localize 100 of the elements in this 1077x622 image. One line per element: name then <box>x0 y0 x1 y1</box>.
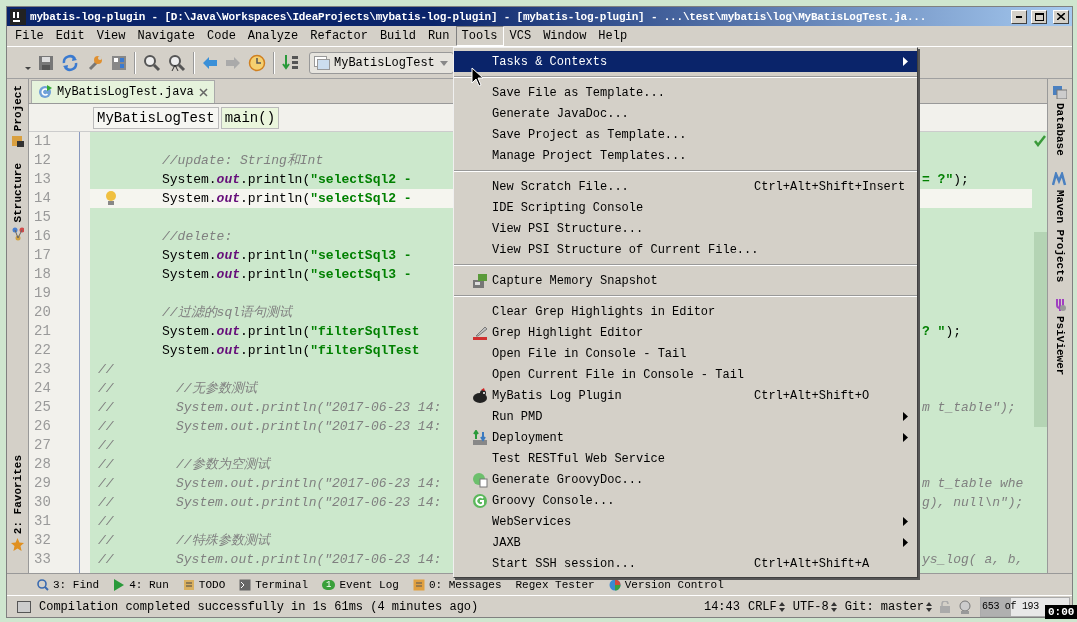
search-icon <box>37 578 49 591</box>
scrollbar-thumb[interactable] <box>1034 232 1047 427</box>
clock-icon[interactable] <box>248 53 266 72</box>
menu-item[interactable]: Test RESTful Web Service <box>454 448 917 469</box>
menu-item[interactable]: Run PMD <box>454 406 917 427</box>
tool-window-button[interactable]: 4: Run <box>113 578 169 591</box>
find-replace-icon[interactable] <box>168 53 186 72</box>
menu-item[interactable]: Tools <box>455 26 504 46</box>
tool-window-button[interactable]: 3: Find <box>37 578 100 591</box>
caret-position[interactable]: 14:43 <box>703 599 740 614</box>
code-comment: m t_table"); <box>922 399 1016 417</box>
menu-item[interactable]: JAXB <box>454 532 917 553</box>
maximize-button[interactable] <box>1031 9 1047 24</box>
lightbulb-icon[interactable] <box>105 191 117 206</box>
menu-item[interactable]: Groovy Console... <box>454 490 917 511</box>
menu-item[interactable]: Run <box>421 26 456 46</box>
menu-item[interactable]: Code <box>201 26 242 46</box>
line-number: 17 <box>33 246 52 265</box>
tool-window-button[interactable]: Regex Tester <box>515 578 595 591</box>
menu-item[interactable]: VCS <box>503 26 538 46</box>
run-config-dropdown[interactable]: MyBatisLogTest <box>309 51 454 74</box>
up-down-arrows-icon <box>926 601 932 612</box>
menu-item[interactable]: Refactor <box>304 26 374 46</box>
caret-icon <box>438 58 449 67</box>
encoding-selector[interactable]: UTF-8 <box>792 599 837 614</box>
recording-timer: 0:00 <box>1048 606 1075 618</box>
menu-item[interactable]: Manage Project Templates... <box>454 145 917 166</box>
code-token: "selectSql3 - <box>310 247 412 265</box>
app-icon <box>10 8 26 25</box>
menu-item[interactable]: Generate GroovyDoc... <box>454 469 917 490</box>
menu-item[interactable]: Analyze <box>241 26 305 46</box>
menu-item[interactable]: Clear Grep Highlights in Editor <box>454 301 917 322</box>
mouse-pointer-icon <box>471 67 484 87</box>
line-separator-selector[interactable]: CRLF <box>747 599 785 614</box>
line-number: 30 <box>33 493 52 512</box>
breadcrumb[interactable]: main() <box>220 106 280 129</box>
menu-item[interactable]: Grep Highlight Editor <box>454 322 917 343</box>
menu-item[interactable]: Window <box>537 26 593 46</box>
code-comment: // System.out.println("2017-06-23 14: <box>98 399 442 417</box>
menu-item[interactable]: Edit <box>49 26 91 46</box>
code-token: out <box>216 171 240 189</box>
status-square-icon[interactable] <box>17 600 31 613</box>
tool-window-button[interactable]: TODO <box>182 578 226 591</box>
code-token: "filterSqlTest <box>310 323 420 341</box>
sync-icon[interactable] <box>61 53 79 72</box>
menu-item[interactable]: WebServices <box>454 511 917 532</box>
menu-item[interactable]: Deployment <box>454 427 917 448</box>
close-button[interactable] <box>1053 9 1069 24</box>
tool-window-tab[interactable]: Project <box>11 85 24 148</box>
menu-item[interactable]: Start SSH session... Ctrl+Alt+Shift+A <box>454 553 917 574</box>
tool-window-tab[interactable]: Structure <box>11 163 24 241</box>
menu-item[interactable]: Save Project as Template... <box>454 124 917 145</box>
wrench-icon[interactable] <box>86 53 104 72</box>
menu-item[interactable]: Generate JavaDoc... <box>454 103 917 124</box>
menu-item[interactable]: Help <box>592 26 634 46</box>
tool-window-tab[interactable]: Maven Projects <box>1052 171 1068 283</box>
editor-tab[interactable]: MyBatisLogTest.java <box>31 80 215 103</box>
code-comment: ys_log( a, b, <box>922 551 1024 569</box>
code-token: System. <box>162 323 217 341</box>
save-icon[interactable] <box>38 54 54 71</box>
checkmark-icon <box>1034 135 1046 147</box>
tool-window-button[interactable]: Terminal <box>239 578 309 591</box>
tool-window-button[interactable]: 0: Messages <box>412 578 502 591</box>
line-number: 28 <box>33 455 52 474</box>
git-branch-selector[interactable]: Git: master <box>844 599 932 614</box>
shortcut-label: Ctrl+Alt+Shift+Insert <box>754 179 906 194</box>
menu-item[interactable]: File <box>9 26 50 46</box>
menu-item[interactable]: View <box>90 26 132 46</box>
search-icon[interactable] <box>143 53 161 72</box>
code-comment: // <box>98 513 114 531</box>
project-structure-icon[interactable] <box>111 54 127 71</box>
tool-window-tab[interactable]: 2: Favorites <box>11 454 24 551</box>
menu-item[interactable]: Navigate <box>131 26 202 46</box>
java-class-icon <box>38 85 52 99</box>
minimize-button[interactable] <box>1011 9 1027 24</box>
close-icon[interactable] <box>198 87 208 97</box>
line-number: 24 <box>33 379 52 398</box>
menu-item[interactable]: Capture Memory Snapshot <box>454 270 917 291</box>
code-comment: // //参数为空测试 <box>98 456 270 474</box>
menu-item[interactable]: MyBatis Log Plugin Ctrl+Alt+Shift+O <box>454 385 917 406</box>
tool-window-tab[interactable]: PsiViewer <box>1053 298 1067 376</box>
menu-item[interactable]: Open File in Console - Tail <box>454 343 917 364</box>
tool-window-button[interactable]: 1 Event Log <box>322 578 399 591</box>
tool-window-tab[interactable]: Database <box>1053 85 1067 156</box>
menu-item[interactable]: View PSI Structure of Current File... <box>454 239 917 260</box>
code-token: ); <box>945 323 961 341</box>
database-icon <box>1053 85 1067 99</box>
menu-item[interactable]: Build <box>373 26 422 46</box>
menu-item[interactable]: View PSI Structure... <box>454 218 917 239</box>
sort-binary-icon[interactable] <box>282 53 300 72</box>
menu-item[interactable]: Save File as Template... <box>454 82 917 103</box>
terminal-icon <box>239 578 252 591</box>
messages-icon <box>412 578 425 591</box>
menu-item[interactable]: New Scratch File... Ctrl+Alt+Shift+Insert <box>454 176 917 197</box>
breadcrumb[interactable]: MyBatisLogTest <box>93 106 219 129</box>
menu-item[interactable]: Tasks & Contexts <box>454 51 917 72</box>
menu-item[interactable]: IDE Scripting Console <box>454 197 917 218</box>
menu-item[interactable]: Open Current File in Console - Tail <box>454 364 917 385</box>
line-number: 21 <box>33 322 52 341</box>
memory-snapshot-icon <box>472 272 488 289</box>
